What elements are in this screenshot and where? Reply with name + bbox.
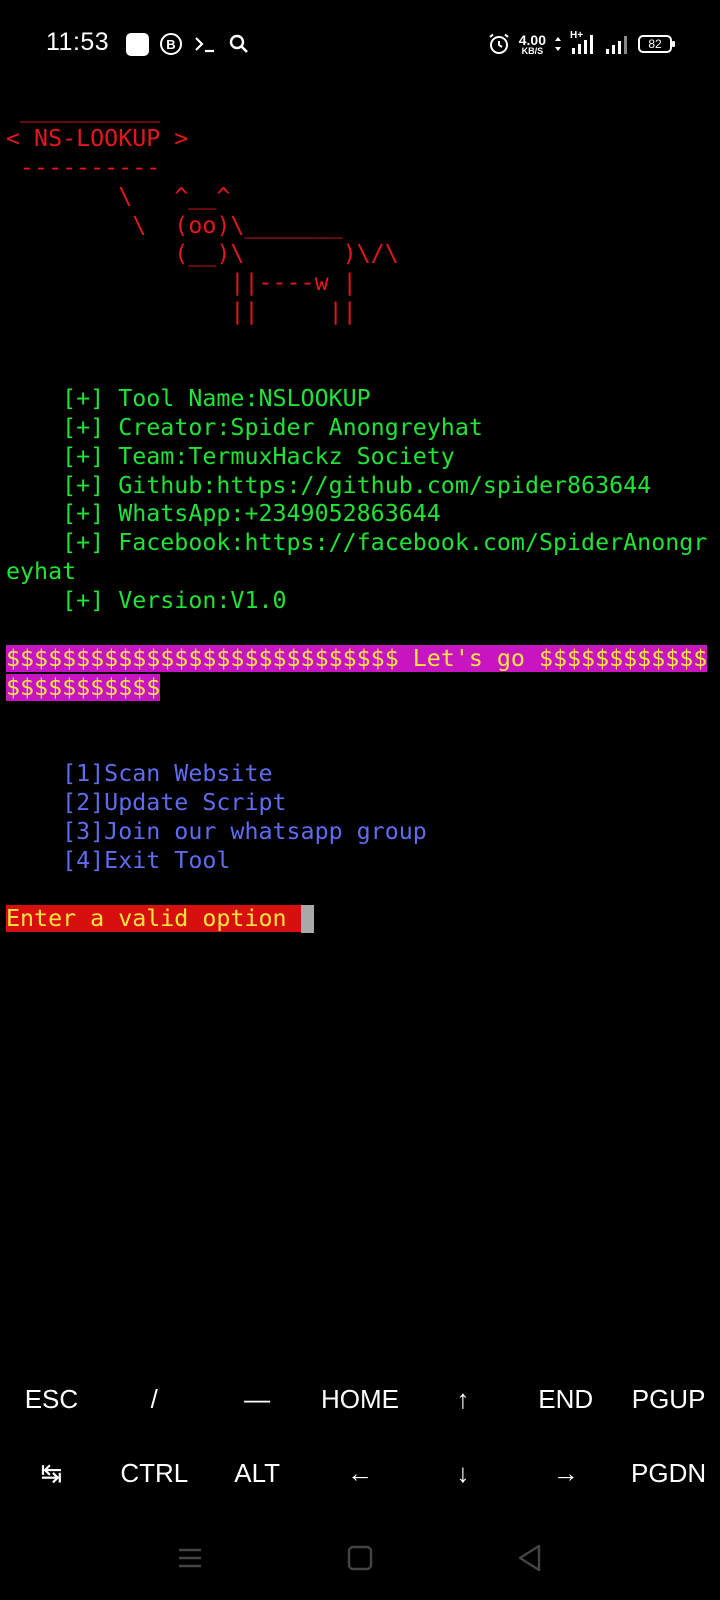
signal-icon xyxy=(572,35,593,54)
menu-option-join-whatsapp: [3]Join our whatsapp group xyxy=(6,818,427,846)
b-circle-icon: B xyxy=(160,33,182,55)
cow-bottom-border: ---------- xyxy=(6,153,161,181)
status-bar: 11:53 B 4.00 KB/S H+ 82 xyxy=(0,0,720,88)
key-tab[interactable]: ↹ xyxy=(0,1458,103,1489)
clock: 11:53 xyxy=(46,28,110,56)
key-ctrl[interactable]: CTRL xyxy=(103,1458,206,1489)
menu-option-exit-tool: [4]Exit Tool xyxy=(6,847,231,875)
menu-lines-icon xyxy=(179,1548,201,1567)
triangle-back-icon xyxy=(518,1544,541,1571)
battery-icon: 82 xyxy=(638,35,675,53)
battery-level: 82 xyxy=(648,37,662,51)
extra-keys-row-2: ↹ CTRL ALT ← ↓ → PGDN xyxy=(0,1436,720,1510)
notification-icons: B xyxy=(126,30,251,58)
mobile-signal: H+ xyxy=(570,30,596,56)
cow-art-line: (__)\ )\/\ xyxy=(6,240,399,268)
text-cursor[interactable] xyxy=(300,904,314,933)
app-square-icon xyxy=(126,32,149,56)
svg-text:B: B xyxy=(166,37,175,52)
key-arrow-right[interactable]: → xyxy=(514,1458,617,1489)
data-arrows-icon xyxy=(555,37,561,51)
info-team: [+] Team:TermuxHackz Society xyxy=(6,442,455,470)
terminal-icon xyxy=(195,37,214,53)
cow-art-line: ||----w | xyxy=(6,269,357,297)
key-arrow-down[interactable]: ↓ xyxy=(411,1458,514,1489)
key-end[interactable]: END xyxy=(514,1384,617,1415)
search-icon xyxy=(229,34,248,53)
info-facebook: [+] Facebook:https://facebook.com/Spider… xyxy=(6,529,708,557)
menu-option-update-script: [2]Update Script xyxy=(6,789,287,817)
input-prompt-line[interactable]: Enter a valid option xyxy=(6,904,714,934)
cow-art-line: \ (oo)\_______ xyxy=(6,211,343,239)
banner-line-wrap: $$$$$$$$$$$ xyxy=(6,673,161,701)
info-creator: [+] Creator:Spider Anongreyhat xyxy=(6,413,483,441)
key-home[interactable]: HOME xyxy=(309,1384,412,1415)
square-home-icon xyxy=(347,1545,373,1570)
home-button[interactable] xyxy=(275,1545,445,1571)
menu-option-scan-website: [1]Scan Website xyxy=(6,760,273,788)
input-prompt: Enter a valid option xyxy=(6,904,301,932)
key-arrow-left[interactable]: ← xyxy=(309,1458,412,1489)
network-speed-value: 4.00 xyxy=(518,31,546,48)
key-arrow-up[interactable]: ↑ xyxy=(411,1384,514,1415)
extra-keys-row-1: ESC / — HOME ↑ END PGUP xyxy=(0,1362,720,1436)
cow-title: < NS-LOOKUP > xyxy=(6,124,189,152)
key-dash[interactable]: — xyxy=(206,1384,309,1415)
key-alt[interactable]: ALT xyxy=(206,1458,309,1489)
banner-line: $$$$$$$$$$$$$$$$$$$$$$$$$$$$ Let's go $$… xyxy=(6,644,708,672)
cow-top-border: __________ xyxy=(6,96,161,123)
alarm-icon xyxy=(489,33,509,54)
back-button[interactable] xyxy=(445,1544,615,1572)
key-pgup[interactable]: PGUP xyxy=(617,1384,720,1415)
info-tool-name: [+] Tool Name:NSLOOKUP xyxy=(6,384,371,412)
system-icons: 4.00 KB/S H+ 82 xyxy=(487,30,675,58)
cow-art-line: \ ^__^ xyxy=(6,182,231,210)
info-whatsapp: [+] WhatsApp:+2349052863644 xyxy=(6,500,441,528)
network-speed: 4.00 KB/S xyxy=(519,33,546,56)
signal-icon-2 xyxy=(606,36,627,54)
key-slash[interactable]: / xyxy=(103,1384,206,1415)
info-version: [+] Version:V1.0 xyxy=(6,587,287,615)
network-speed-unit: KB/S xyxy=(521,45,544,56)
extra-keys-bar: ESC / — HOME ↑ END PGUP ↹ CTRL ALT ← ↓ →… xyxy=(0,1362,720,1510)
cow-art-line: || || xyxy=(6,298,357,326)
navigation-bar xyxy=(0,1515,720,1600)
info-facebook-wrap: eyhat xyxy=(6,558,77,586)
recents-button[interactable] xyxy=(105,1545,275,1571)
terminal-output[interactable]: __________ < NS-LOOKUP > ---------- \ ^_… xyxy=(6,96,714,934)
key-pgdn[interactable]: PGDN xyxy=(617,1458,720,1489)
key-esc[interactable]: ESC xyxy=(0,1384,103,1415)
info-github: [+] Github:https://github.com/spider8636… xyxy=(6,471,652,499)
